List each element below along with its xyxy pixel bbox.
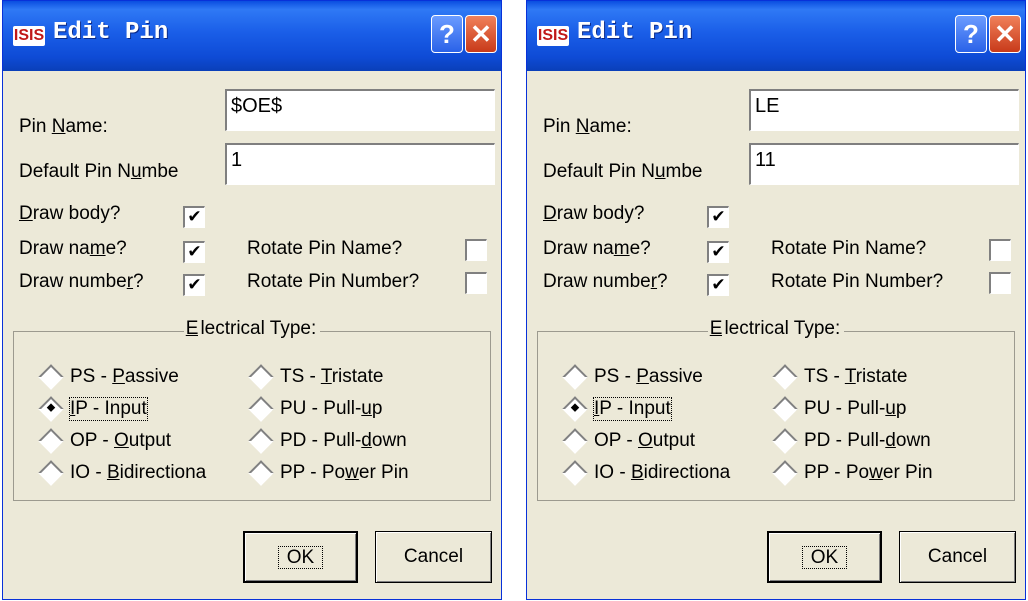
rotate-pin-number-label: Rotate Pin Number?: [771, 271, 944, 292]
electrical-type-title: Electrical Type:: [538, 318, 1014, 340]
cancel-button[interactable]: Cancel: [375, 531, 492, 583]
radio-passive[interactable]: PS - Passive: [560, 364, 703, 390]
close-icon: ✕: [470, 19, 492, 49]
radio-tristate[interactable]: TS - Tristate: [246, 364, 383, 390]
pin-number-input[interactable]: 11: [749, 143, 1019, 185]
radio-diamond-icon: [772, 364, 798, 390]
draw-number-checkbox[interactable]: ✔: [707, 274, 729, 296]
close-button[interactable]: ✕: [989, 15, 1021, 53]
radio-diamond-selected-icon: [38, 396, 64, 422]
title-bar[interactable]: ISIS Edit Pin ? ✕: [527, 1, 1025, 71]
question-mark-icon: ?: [439, 19, 455, 49]
pin-name-label: Pin Name:: [543, 116, 632, 137]
draw-name-checkbox[interactable]: ✔: [707, 241, 729, 263]
draw-body-checkbox[interactable]: ✔: [707, 206, 729, 228]
isis-logo-icon: ISIS: [13, 26, 45, 46]
draw-name-checkbox[interactable]: ✔: [183, 241, 205, 263]
radio-diamond-icon: [38, 364, 64, 390]
window-title: Edit Pin: [577, 19, 693, 46]
edit-pin-dialog-1: ISIS Edit Pin ? ✕ Pin Name: $OE$ Default…: [2, 0, 502, 600]
draw-body-label: Draw body?: [19, 203, 121, 224]
radio-pull-up[interactable]: PU - Pull-up: [770, 396, 906, 422]
pin-name-label: Pin Name:: [19, 116, 108, 137]
rotate-pin-name-checkbox[interactable]: [465, 239, 487, 261]
draw-name-label: Draw name?: [543, 238, 651, 259]
rotate-pin-name-label: Rotate Pin Name?: [771, 238, 927, 259]
radio-power-pin[interactable]: PP - Power Pin: [246, 460, 409, 486]
title-bar[interactable]: ISIS Edit Pin ? ✕: [3, 1, 501, 71]
edit-pin-dialog-2: ISIS Edit Pin ? ✕ Pin Name: LE Default P…: [526, 0, 1026, 600]
pin-number-label: Default Pin Numbe: [19, 161, 179, 182]
draw-number-label: Draw number?: [19, 271, 144, 292]
radio-pull-down[interactable]: PD - Pull-down: [770, 428, 931, 454]
pin-number-input[interactable]: 1: [225, 143, 495, 185]
radio-pull-down[interactable]: PD - Pull-down: [246, 428, 407, 454]
radio-diamond-icon: [562, 460, 588, 486]
electrical-type-title: Electrical Type:: [14, 318, 490, 340]
question-mark-icon: ?: [963, 19, 979, 49]
help-button[interactable]: ?: [431, 15, 463, 53]
cancel-button[interactable]: Cancel: [899, 531, 1016, 583]
radio-diamond-icon: [248, 460, 274, 486]
radio-diamond-icon: [248, 364, 274, 390]
radio-output[interactable]: OP - Output: [560, 428, 695, 454]
radio-diamond-icon: [248, 396, 274, 422]
radio-diamond-icon: [772, 396, 798, 422]
draw-body-label: Draw body?: [543, 203, 645, 224]
pin-name-input[interactable]: $OE$: [225, 89, 495, 131]
radio-input[interactable]: IP - Input: [560, 396, 672, 422]
draw-body-checkbox[interactable]: ✔: [183, 206, 205, 228]
help-button[interactable]: ?: [955, 15, 987, 53]
close-icon: ✕: [994, 19, 1016, 49]
draw-number-label: Draw number?: [543, 271, 668, 292]
radio-diamond-icon: [38, 428, 64, 454]
radio-diamond-icon: [772, 460, 798, 486]
rotate-pin-number-label: Rotate Pin Number?: [247, 271, 420, 292]
radio-output[interactable]: OP - Output: [36, 428, 171, 454]
close-button[interactable]: ✕: [465, 15, 497, 53]
radio-diamond-icon: [38, 460, 64, 486]
draw-number-checkbox[interactable]: ✔: [183, 274, 205, 296]
radio-power-pin[interactable]: PP - Power Pin: [770, 460, 933, 486]
radio-tristate[interactable]: TS - Tristate: [770, 364, 907, 390]
radio-diamond-icon: [772, 428, 798, 454]
electrical-type-group: Electrical Type: PS - Passive TS - Trist…: [537, 318, 1015, 501]
rotate-pin-number-checkbox[interactable]: [989, 272, 1011, 294]
pin-number-label: Default Pin Numbe: [543, 161, 703, 182]
isis-logo-icon: ISIS: [537, 26, 569, 46]
radio-pull-up[interactable]: PU - Pull-up: [246, 396, 382, 422]
radio-diamond-icon: [248, 428, 274, 454]
radio-passive[interactable]: PS - Passive: [36, 364, 179, 390]
radio-input[interactable]: IP - Input: [36, 396, 148, 422]
rotate-pin-number-checkbox[interactable]: [465, 272, 487, 294]
radio-diamond-icon: [562, 364, 588, 390]
radio-bidirectional[interactable]: IO - Bidirectiona: [560, 460, 730, 486]
radio-diamond-icon: [562, 428, 588, 454]
pin-name-input[interactable]: LE: [749, 89, 1019, 131]
electrical-type-group: Electrical Type: PS - Passive TS - Trist…: [13, 318, 491, 501]
window-title: Edit Pin: [53, 19, 169, 46]
rotate-pin-name-label: Rotate Pin Name?: [247, 238, 403, 259]
ok-button[interactable]: OK: [767, 531, 882, 583]
draw-name-label: Draw name?: [19, 238, 127, 259]
ok-button[interactable]: OK: [243, 531, 358, 583]
rotate-pin-name-checkbox[interactable]: [989, 239, 1011, 261]
radio-diamond-selected-icon: [562, 396, 588, 422]
radio-bidirectional[interactable]: IO - Bidirectiona: [36, 460, 206, 486]
